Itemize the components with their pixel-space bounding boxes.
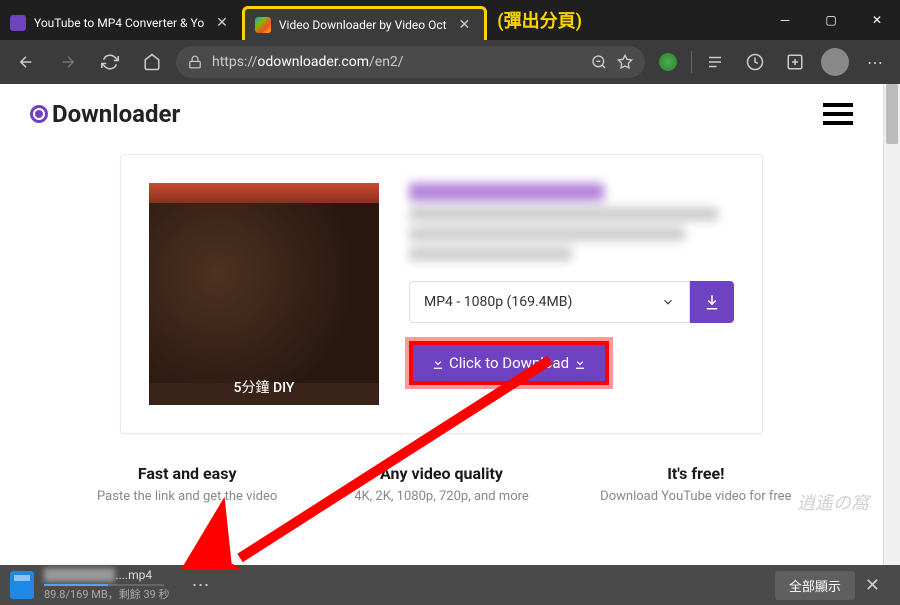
refresh-button[interactable] (92, 44, 128, 80)
logo-icon (30, 105, 48, 123)
browser-toolbar: https://odownloader.com/en2/ ⋯ (0, 40, 900, 84)
avatar-icon (821, 48, 849, 76)
hamburger-menu[interactable] (823, 103, 853, 125)
feature-item: Any video quality 4K, 2K, 1080p, 720p, a… (314, 464, 568, 504)
thumb-caption: 5分鐘 DIY (149, 377, 379, 397)
format-row: MP4 - 1080p (169.4MB) (409, 281, 734, 323)
site-header: Downloader (0, 84, 883, 144)
download-filename: xxxxxxxxxxxx....mp4 (44, 568, 170, 582)
browser-tab-1[interactable]: YouTube to MP4 Converter & Yo ✕ (0, 6, 242, 40)
menu-button[interactable]: ⋯ (858, 45, 892, 79)
window-titlebar: YouTube to MP4 Converter & Yo ✕ Video Do… (0, 0, 900, 40)
close-icon[interactable]: ✕ (455, 17, 475, 33)
video-thumbnail[interactable]: 5分鐘 DIY (149, 183, 379, 405)
feature-item: It's free! Download YouTube video for fr… (569, 464, 823, 504)
home-button[interactable] (134, 44, 170, 80)
close-button[interactable]: ✕ (854, 0, 900, 40)
lock-icon (188, 55, 202, 69)
collections-icon[interactable] (778, 45, 812, 79)
profile-button[interactable] (818, 45, 852, 79)
format-label: MP4 - 1080p (169.4MB) (424, 294, 572, 310)
download-icon (431, 356, 445, 370)
browser-tab-2[interactable]: Video Downloader by Video Oct ✕ (242, 6, 487, 40)
url-text: https://odownloader.com/en2/ (212, 54, 404, 70)
file-icon (10, 571, 34, 599)
reading-list-icon[interactable] (698, 45, 732, 79)
click-download-label: Click to Download (449, 354, 569, 372)
download-more-button[interactable]: ⋯ (180, 575, 222, 596)
tab-favicon (10, 15, 26, 31)
logo-text: Downloader (52, 100, 180, 128)
tab-favicon (255, 17, 271, 33)
favorite-icon[interactable] (617, 54, 633, 70)
feature-desc: Paste the link and get the video (70, 489, 304, 504)
download-icon (573, 356, 587, 370)
back-button[interactable] (8, 44, 44, 80)
extension-icon[interactable] (651, 45, 685, 79)
address-bar[interactable]: https://odownloader.com/en2/ (176, 46, 645, 78)
feature-title: It's free! (579, 464, 813, 483)
video-info: MP4 - 1080p (169.4MB) Click to Download (409, 183, 734, 405)
page-content: Downloader 5分鐘 DIY MP4 - 1080p (169.4MB) (0, 84, 900, 565)
download-icon (703, 293, 721, 311)
download-card: 5分鐘 DIY MP4 - 1080p (169.4MB) Clic (120, 154, 763, 434)
chevron-down-icon (661, 295, 675, 309)
tab-title: YouTube to MP4 Converter & Yo (34, 16, 204, 30)
download-progress-text: 89.8/169 MB，剩餘 39 秒 (44, 586, 170, 602)
download-bar: xxxxxxxxxxxx....mp4 89.8/169 MB，剩餘 39 秒 … (0, 565, 900, 605)
popup-annotation: (彈出分頁) (497, 7, 582, 33)
feature-item: Fast and easy Paste the link and get the… (60, 464, 314, 504)
close-icon[interactable]: ✕ (855, 575, 890, 596)
history-icon[interactable] (738, 45, 772, 79)
minimize-button[interactable]: ─ (762, 0, 808, 40)
forward-button[interactable] (50, 44, 86, 80)
maximize-button[interactable]: ▢ (808, 0, 854, 40)
download-item[interactable]: xxxxxxxxxxxx....mp4 89.8/169 MB，剩餘 39 秒 … (10, 568, 775, 602)
divider (691, 51, 692, 73)
site-logo[interactable]: Downloader (30, 100, 180, 128)
format-select[interactable]: MP4 - 1080p (169.4MB) (409, 281, 690, 323)
video-title-blurred (409, 183, 734, 261)
zoom-icon[interactable] (591, 54, 607, 70)
show-all-button[interactable]: 全部顯示 (775, 571, 855, 600)
tab-title: Video Downloader by Video Oct (279, 18, 447, 32)
scrollbar-thumb[interactable] (886, 84, 898, 144)
feature-desc: 4K, 2K, 1080p, 720p, and more (324, 489, 558, 504)
feature-desc: Download YouTube video for free (579, 489, 813, 504)
feature-title: Fast and easy (70, 464, 304, 483)
features-row: Fast and easy Paste the link and get the… (60, 464, 823, 504)
close-icon[interactable]: ✕ (212, 15, 232, 31)
window-controls: ─ ▢ ✕ (762, 0, 900, 40)
click-download-button[interactable]: Click to Download (409, 341, 609, 385)
scrollbar[interactable] (884, 84, 900, 565)
feature-title: Any video quality (324, 464, 558, 483)
download-icon-button[interactable] (690, 281, 734, 323)
